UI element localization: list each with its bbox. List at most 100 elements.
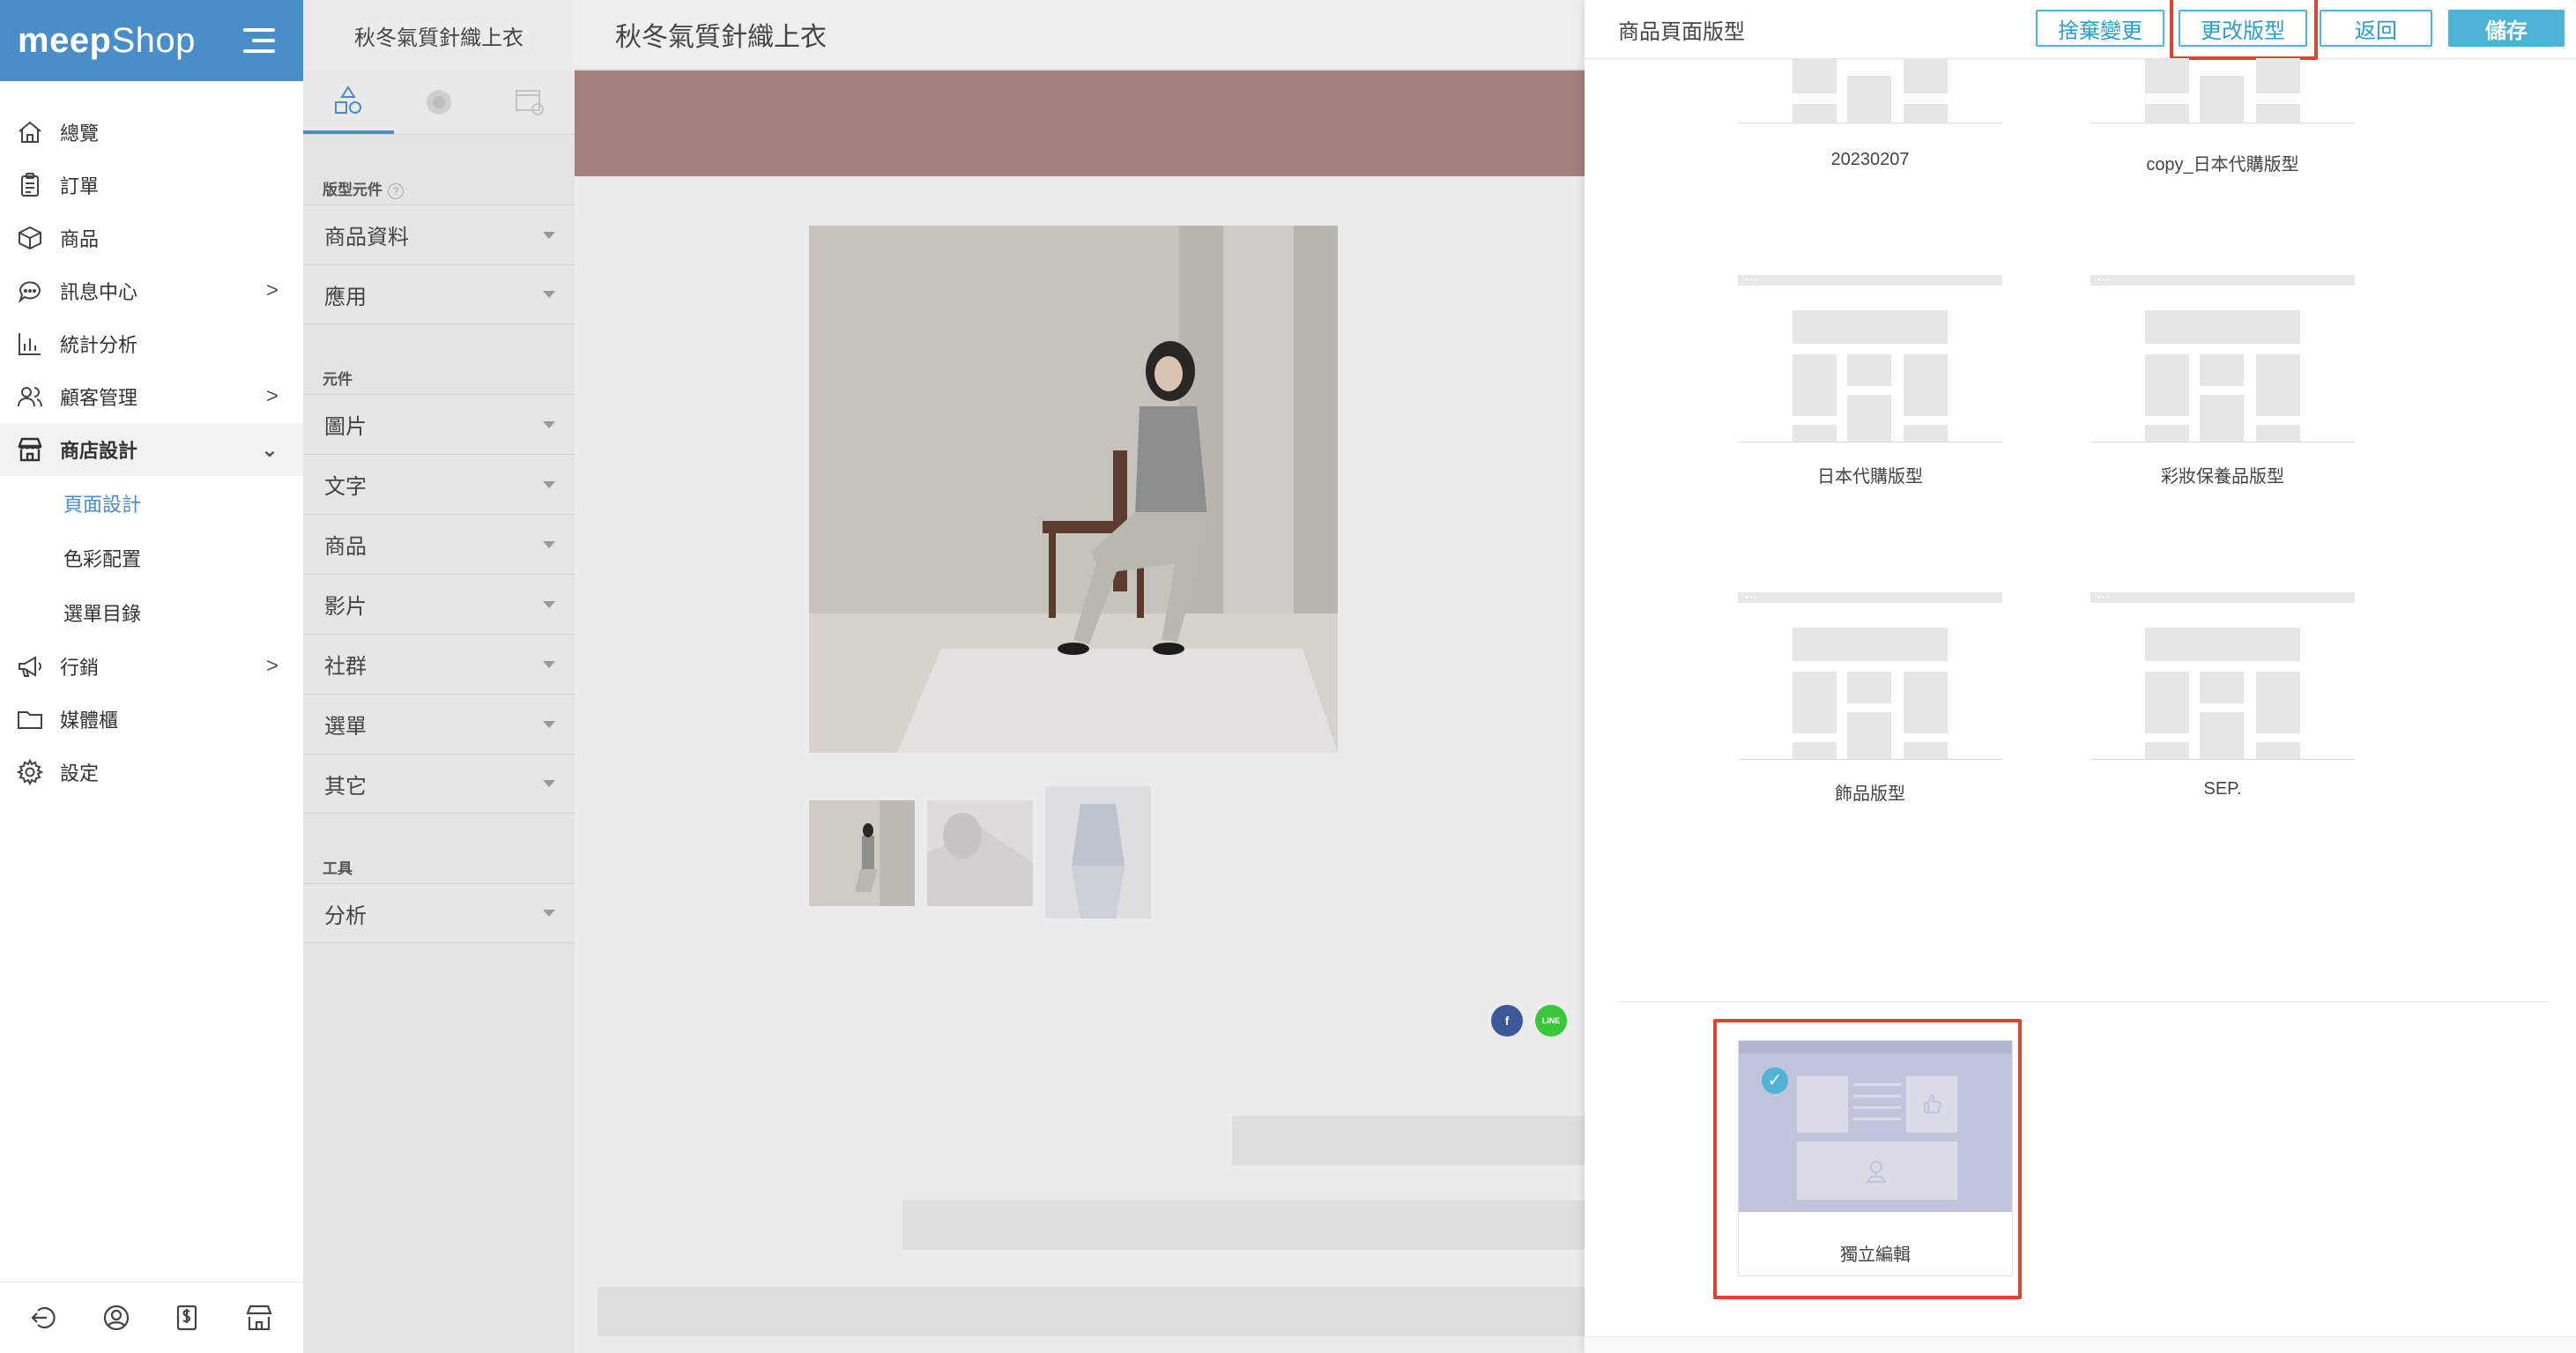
back-button[interactable]: 返回 <box>2320 10 2432 47</box>
save-button[interactable]: 儲存 <box>2448 10 2565 47</box>
placeholder-block <box>598 1287 1585 1336</box>
template-card[interactable]: ●●● 日本代購版型 <box>1738 275 2002 487</box>
preview-banner <box>575 71 1585 176</box>
box-icon <box>19 226 41 250</box>
nav-label: 顧客管理 <box>60 387 138 409</box>
template-label: 飾品版型 <box>1835 784 1905 804</box>
section-heading-tools: 工具 <box>323 860 353 877</box>
clipboard-icon <box>21 173 39 197</box>
sidebar: meepShop 總覽 訂單 商品 訊息中心 > 統計分析 顧客管理 > 商店設… <box>0 0 304 1353</box>
billing-icon[interactable] <box>172 1302 204 1334</box>
template-thumbnail: ●●● <box>1738 592 2002 760</box>
folder-icon <box>18 711 42 729</box>
meepshop-logo[interactable]: meepShop <box>18 21 196 61</box>
caret-down-icon <box>543 660 555 668</box>
nav-label: 行銷 <box>60 657 100 679</box>
megaphone-icon <box>19 656 41 677</box>
template-card[interactable]: copy_日本代購版型 <box>2090 58 2355 175</box>
chat-icon <box>18 281 41 303</box>
logo-bar: meepShop <box>0 0 303 81</box>
template-thumbnail: ●●● <box>2090 592 2355 760</box>
template-label: 彩妝保養品版型 <box>2161 467 2284 487</box>
nav-item-marketing[interactable]: 行銷 > <box>0 640 303 693</box>
nav-item-products[interactable]: 商品 <box>0 212 303 264</box>
subnav-item-page-design[interactable]: 頁面設計 <box>0 476 303 531</box>
nav-label: 媒體櫃 <box>60 710 119 732</box>
subnav-item-menu-directory[interactable]: 選單目錄 <box>0 585 303 640</box>
editor-panel: 秋冬氣質針織上衣 版型元件? 商品資料 應用 元件 圖片 文字 商品 影片 社群… <box>303 0 575 1353</box>
caret-down-icon <box>543 420 555 428</box>
accordion-text[interactable]: 文字 <box>303 454 575 514</box>
nav-item-messages[interactable]: 訊息中心 > <box>0 264 303 317</box>
tab-settings[interactable] <box>484 71 575 134</box>
selected-template-thumbnail: ✓ <box>1739 1041 2012 1212</box>
template-label: SEP. <box>2203 779 2242 799</box>
discard-changes-button[interactable]: 捨棄變更 <box>2036 10 2164 47</box>
caret-down-icon <box>543 780 555 787</box>
nav-item-analytics[interactable]: 統計分析 <box>0 317 303 370</box>
product-main-image[interactable] <box>809 226 1338 753</box>
users-icon <box>18 387 42 407</box>
accordion-analytics[interactable]: 分析 <box>303 883 575 943</box>
preview-title: 秋冬氣質針織上衣 <box>575 0 1585 71</box>
logout-icon[interactable] <box>29 1302 61 1334</box>
thumbs-up-icon <box>1924 1094 1942 1113</box>
components-group: 圖片 文字 商品 影片 社群 選單 其它 <box>303 394 575 814</box>
template-thumbnail <box>2090 58 2355 123</box>
accordion-other[interactable]: 其它 <box>303 754 575 814</box>
layout-drawer: 商品頁面版型 捨棄變更 更改版型 返回 儲存 20230207 copy_日本代… <box>1585 0 2576 1353</box>
selected-template-card[interactable]: ✓ 獨立編輯 <box>1738 1040 2013 1276</box>
accordion-product-info[interactable]: 商品資料 <box>303 204 575 264</box>
tab-components[interactable] <box>303 71 394 134</box>
product-thumbnail[interactable] <box>927 800 1033 906</box>
template-card[interactable]: ●●● SEP. <box>2090 592 2355 799</box>
nav-label: 訊息中心 <box>60 281 138 303</box>
storefront-icon[interactable] <box>243 1302 275 1334</box>
change-layout-button[interactable]: 更改版型 <box>2179 10 2307 47</box>
nav-item-customers[interactable]: 顧客管理 > <box>0 370 303 423</box>
shapes-icon <box>335 85 362 114</box>
template-card[interactable]: ●●● 飾品版型 <box>1738 592 2002 805</box>
product-thumbnail[interactable] <box>1045 786 1151 918</box>
store-icon <box>18 437 42 462</box>
subnav-item-color-scheme[interactable]: 色彩配置 <box>0 531 303 585</box>
nav-label: 商品 <box>60 228 100 250</box>
template-thumbnail <box>1738 58 2002 123</box>
nav-label: 商店設計 <box>60 440 138 462</box>
placeholder-block <box>1232 1116 1585 1165</box>
tools-group: 分析 <box>303 883 575 943</box>
sidebar-footer <box>0 1282 303 1353</box>
caret-down-icon <box>543 720 555 728</box>
help-icon[interactable]: ? <box>388 183 404 199</box>
nav-item-settings[interactable]: 設定 <box>0 746 303 799</box>
nav-item-orders[interactable]: 訂單 <box>0 159 303 212</box>
drawer-divider <box>1618 1001 2548 1002</box>
gear-icon <box>16 758 44 786</box>
caret-down-icon <box>543 480 555 488</box>
nav-item-media[interactable]: 媒體櫃 <box>0 693 303 746</box>
template-card[interactable]: 20230207 <box>1738 58 2002 170</box>
accordion-video[interactable]: 影片 <box>303 574 575 634</box>
chevron-right-icon: > <box>265 279 278 302</box>
accordion-image[interactable]: 圖片 <box>303 394 575 454</box>
chevron-down-icon: ⌄ <box>260 437 278 462</box>
page-preview: 秋冬氣質針織上衣 f LINE <box>575 0 1585 1353</box>
accordion-menu[interactable]: 選單 <box>303 694 575 754</box>
account-icon[interactable] <box>100 1302 132 1334</box>
template-label: copy_日本代購版型 <box>2146 155 2299 175</box>
section-heading-layout: 版型元件? <box>303 135 575 204</box>
accordion-product[interactable]: 商品 <box>303 514 575 574</box>
product-thumbnail[interactable] <box>809 800 915 906</box>
nav-label: 統計分析 <box>60 334 138 356</box>
template-card[interactable]: ●●● 彩妝保養品版型 <box>2090 275 2355 487</box>
hamburger-menu-icon[interactable] <box>243 28 275 53</box>
nav-item-overview[interactable]: 總覽 <box>0 106 303 159</box>
accordion-social[interactable]: 社群 <box>303 634 575 694</box>
line-share-button[interactable]: LINE <box>1535 1005 1567 1037</box>
section-heading-components: 元件 <box>323 371 353 388</box>
home-icon <box>19 121 41 143</box>
nav-item-store-design[interactable]: 商店設計 ⌄ <box>0 423 303 476</box>
tab-style[interactable] <box>394 71 485 134</box>
accordion-apps[interactable]: 應用 <box>303 264 575 324</box>
facebook-share-button[interactable]: f <box>1491 1005 1523 1037</box>
